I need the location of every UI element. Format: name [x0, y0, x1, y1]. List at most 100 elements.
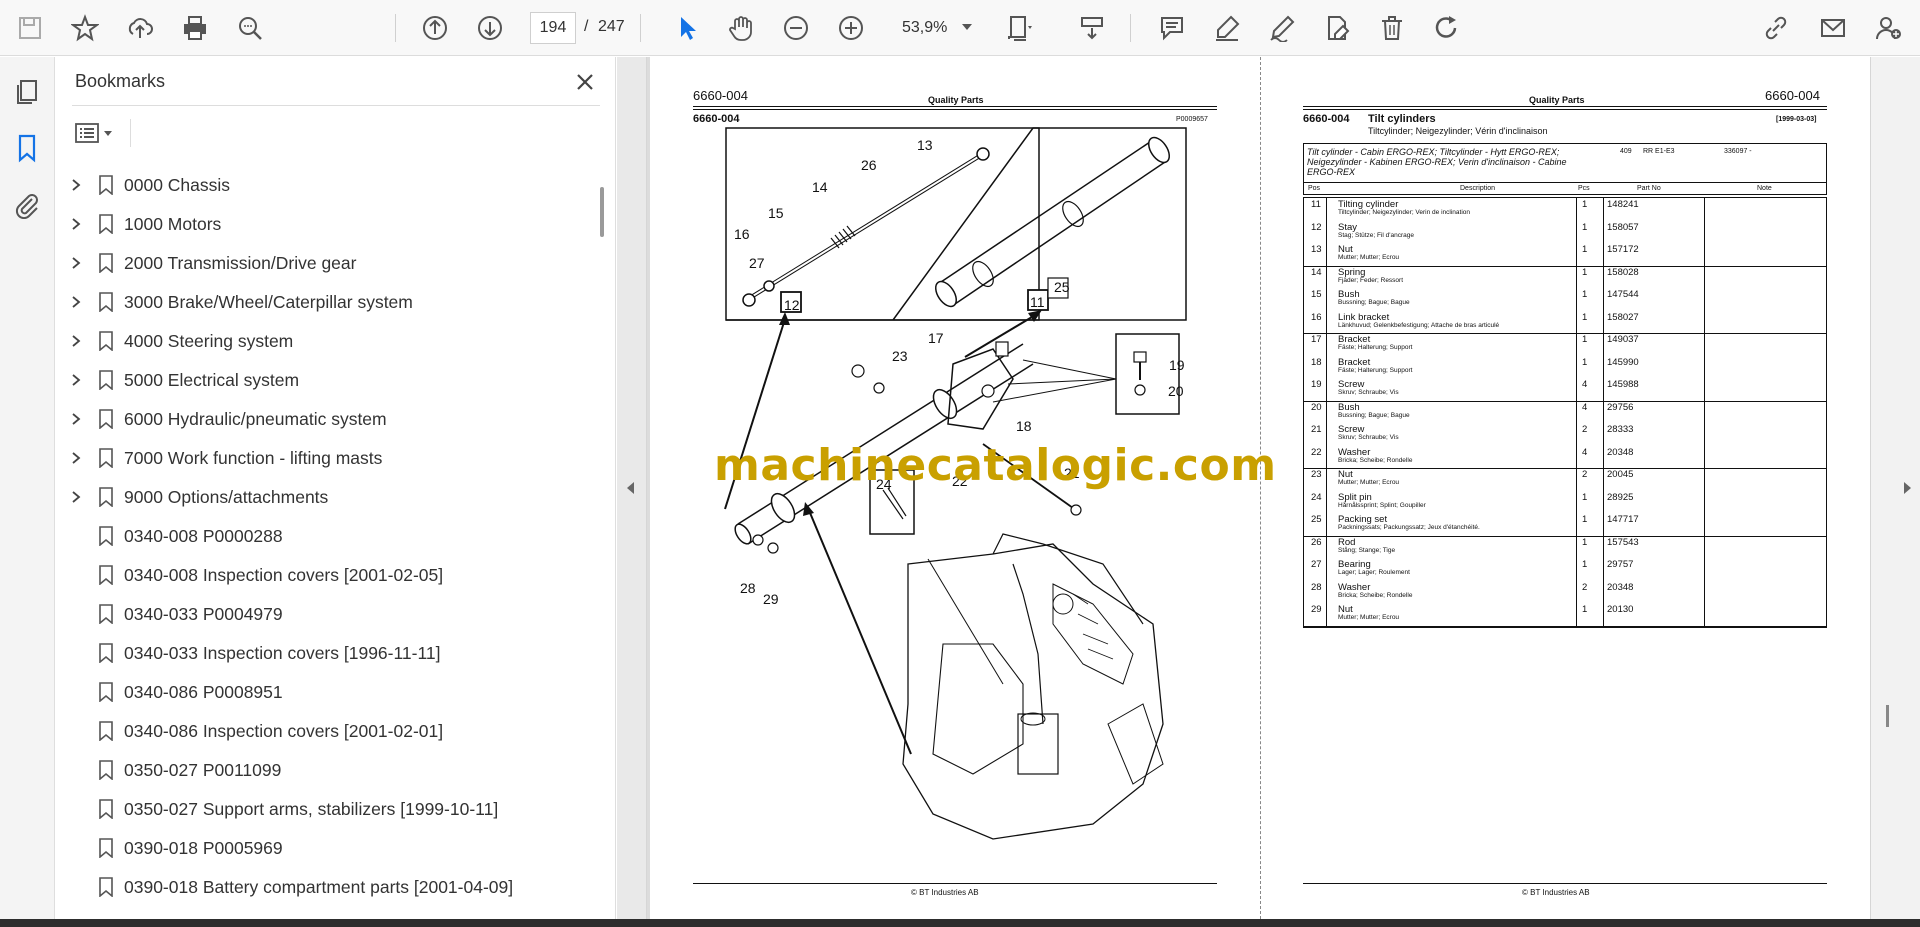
bookmark-item[interactable]: 0340-086 P0008951 [56, 674, 590, 710]
row-part-number: 158057 [1607, 221, 1639, 233]
zoom-in-icon[interactable] [833, 10, 869, 46]
row-translations: Bricka; Scheibe; Rondelle [1338, 456, 1413, 464]
chevron-right-icon[interactable] [71, 257, 81, 269]
row-pos: 26 [1311, 536, 1322, 548]
upload-cloud-icon[interactable] [122, 10, 158, 46]
rotate-icon[interactable] [1429, 10, 1465, 46]
highlight-pen-icon[interactable] [1209, 10, 1245, 46]
bookmark-icon [99, 799, 113, 819]
page-fit-icon[interactable] [1002, 10, 1038, 46]
scroll-mode-icon[interactable] [1074, 10, 1110, 46]
section-title: Tilt cylinders [1368, 113, 1436, 125]
bookmark-label: 0350-027 P0011099 [124, 760, 282, 780]
bookmark-item[interactable]: 0390-018 P0005969 [56, 830, 590, 866]
bookmark-icon [99, 838, 113, 858]
page-number-input[interactable]: 194 [530, 12, 576, 44]
bookmark-icon [99, 331, 113, 351]
row-part-number: 29757 [1607, 559, 1634, 570]
bookmark-item[interactable]: 0340-086 Inspection covers [2001-02-01] [56, 713, 590, 749]
chevron-right-icon[interactable] [1904, 482, 1911, 494]
fill-sign-icon[interactable] [1319, 10, 1355, 46]
hand-tool-icon[interactable] [723, 10, 759, 46]
chevron-right-icon[interactable] [71, 374, 81, 386]
section-date: [1999-03-03] [1776, 116, 1817, 123]
bookmark-options-button[interactable] [74, 119, 122, 147]
bookmark-item[interactable]: 3000 Brake/Wheel/Caterpillar system [56, 284, 590, 320]
next-page-icon[interactable] [472, 10, 508, 46]
attachments-paperclip-icon[interactable] [12, 189, 42, 220]
chevron-right-icon[interactable] [71, 413, 81, 425]
row-translations: Fäste; Halterung; Support [1338, 344, 1413, 351]
bookmark-item[interactable]: 0340-033 Inspection covers [1996-11-11] [56, 635, 590, 671]
bookmark-item[interactable]: 0350-027 Support arms, stabilizers [1999… [56, 791, 590, 827]
row-pos: 17 [1311, 334, 1322, 345]
bookmark-scrollbar[interactable] [596, 167, 610, 912]
delete-trash-icon[interactable] [1374, 10, 1410, 46]
zoom-out-icon[interactable] [778, 10, 814, 46]
find-text-icon[interactable] [232, 10, 268, 46]
bookmark-item[interactable]: 0390-018 Battery compartment parts [2001… [56, 869, 590, 905]
bookmark-item[interactable]: 9000 Options/attachments [56, 479, 590, 515]
chevron-right-icon[interactable] [71, 296, 81, 308]
star-icon[interactable] [67, 10, 103, 46]
bookmark-label: 0340-008 Inspection covers [2001-02-05] [124, 565, 444, 585]
bookmark-label: 6000 Hydraulic/pneumatic system [124, 409, 387, 429]
row-translations: Stag; Stütze; Fil d'ancrage [1338, 231, 1415, 239]
row-pcs: 1 [1582, 311, 1588, 323]
document-scroll-thumb[interactable] [1886, 705, 1889, 727]
chevron-left-icon[interactable] [627, 482, 634, 494]
bookmarks-panel: Bookmarks 0000 Chassis 1000 Motors 2000 Tr… [56, 57, 616, 919]
comment-icon[interactable] [1154, 10, 1190, 46]
row-part-number: 149037 [1607, 334, 1639, 345]
bookmark-item[interactable]: 0340-008 Inspection covers [2001-02-05] [56, 557, 590, 593]
bookmark-item[interactable]: 0000 Chassis [56, 167, 590, 203]
bookmark-icon [99, 448, 113, 468]
page-separator: / [584, 18, 589, 35]
save-icon[interactable] [12, 10, 48, 46]
row-pos: 23 [1311, 469, 1322, 480]
bookmark-item[interactable]: 0340-033 P0004979 [56, 596, 590, 632]
print-icon[interactable] [177, 10, 213, 46]
draw-sign-icon[interactable] [1264, 10, 1300, 46]
row-pos: 27 [1311, 559, 1322, 570]
chevron-down-icon[interactable] [962, 24, 972, 30]
bookmark-item[interactable]: 6000 Hydraulic/pneumatic system [56, 401, 590, 437]
bookmark-item[interactable]: 0340-008 P0000288 [56, 518, 590, 554]
chevron-right-icon[interactable] [71, 179, 81, 191]
bookmark-item[interactable]: 0350-027 P0011099 [56, 752, 590, 788]
chevron-right-icon[interactable] [71, 491, 81, 503]
drawing-callout: 16 [734, 226, 750, 242]
chevron-right-icon[interactable] [71, 335, 81, 347]
account-icon[interactable] [1870, 10, 1906, 46]
chevron-right-icon[interactable] [71, 452, 81, 464]
row-pos: 24 [1311, 491, 1322, 503]
bookmark-label: 0340-033 P0004979 [124, 604, 283, 624]
bookmark-item[interactable]: 1000 Motors [56, 206, 590, 242]
bookmark-panel-icon[interactable] [12, 133, 42, 163]
zoom-level-select[interactable]: 53,9% [890, 12, 990, 44]
page-thumbnails-icon[interactable] [12, 77, 42, 107]
serial-range: 336097 - [1724, 148, 1752, 155]
bookmark-label: 0390-018 Battery compartment parts [2001… [124, 877, 514, 897]
left-page-header: Quality Parts [928, 95, 984, 105]
row-part-number: 158027 [1607, 311, 1639, 323]
bookmark-item[interactable]: 2000 Transmission/Drive gear [56, 245, 590, 281]
bookmark-icon [99, 370, 113, 390]
application-line-2: Neigezylinder - Kabinen ERGO-REX; Verin … [1307, 157, 1567, 167]
bookmark-item[interactable]: 4000 Steering system [56, 323, 590, 359]
right-page-footer: © BT Industries AB [1522, 888, 1590, 897]
bookmark-label: 0340-086 Inspection covers [2001-02-01] [124, 721, 444, 741]
close-icon[interactable] [572, 69, 598, 95]
row-pcs: 1 [1582, 266, 1588, 278]
previous-page-icon[interactable] [417, 10, 453, 46]
status-bar [0, 919, 1920, 927]
share-link-icon[interactable] [1758, 10, 1794, 46]
bookmark-item[interactable]: 7000 Work function - lifting masts [56, 440, 590, 476]
bookmark-scroll-thumb[interactable] [600, 187, 604, 237]
chevron-right-icon[interactable] [71, 218, 81, 230]
select-cursor-icon[interactable] [669, 10, 705, 46]
bookmark-item[interactable]: 5000 Electrical system [56, 362, 590, 398]
collapse-right-panel-button[interactable] [1870, 57, 1920, 919]
email-icon[interactable] [1815, 10, 1851, 46]
bookmark-label: 0000 Chassis [124, 175, 231, 195]
